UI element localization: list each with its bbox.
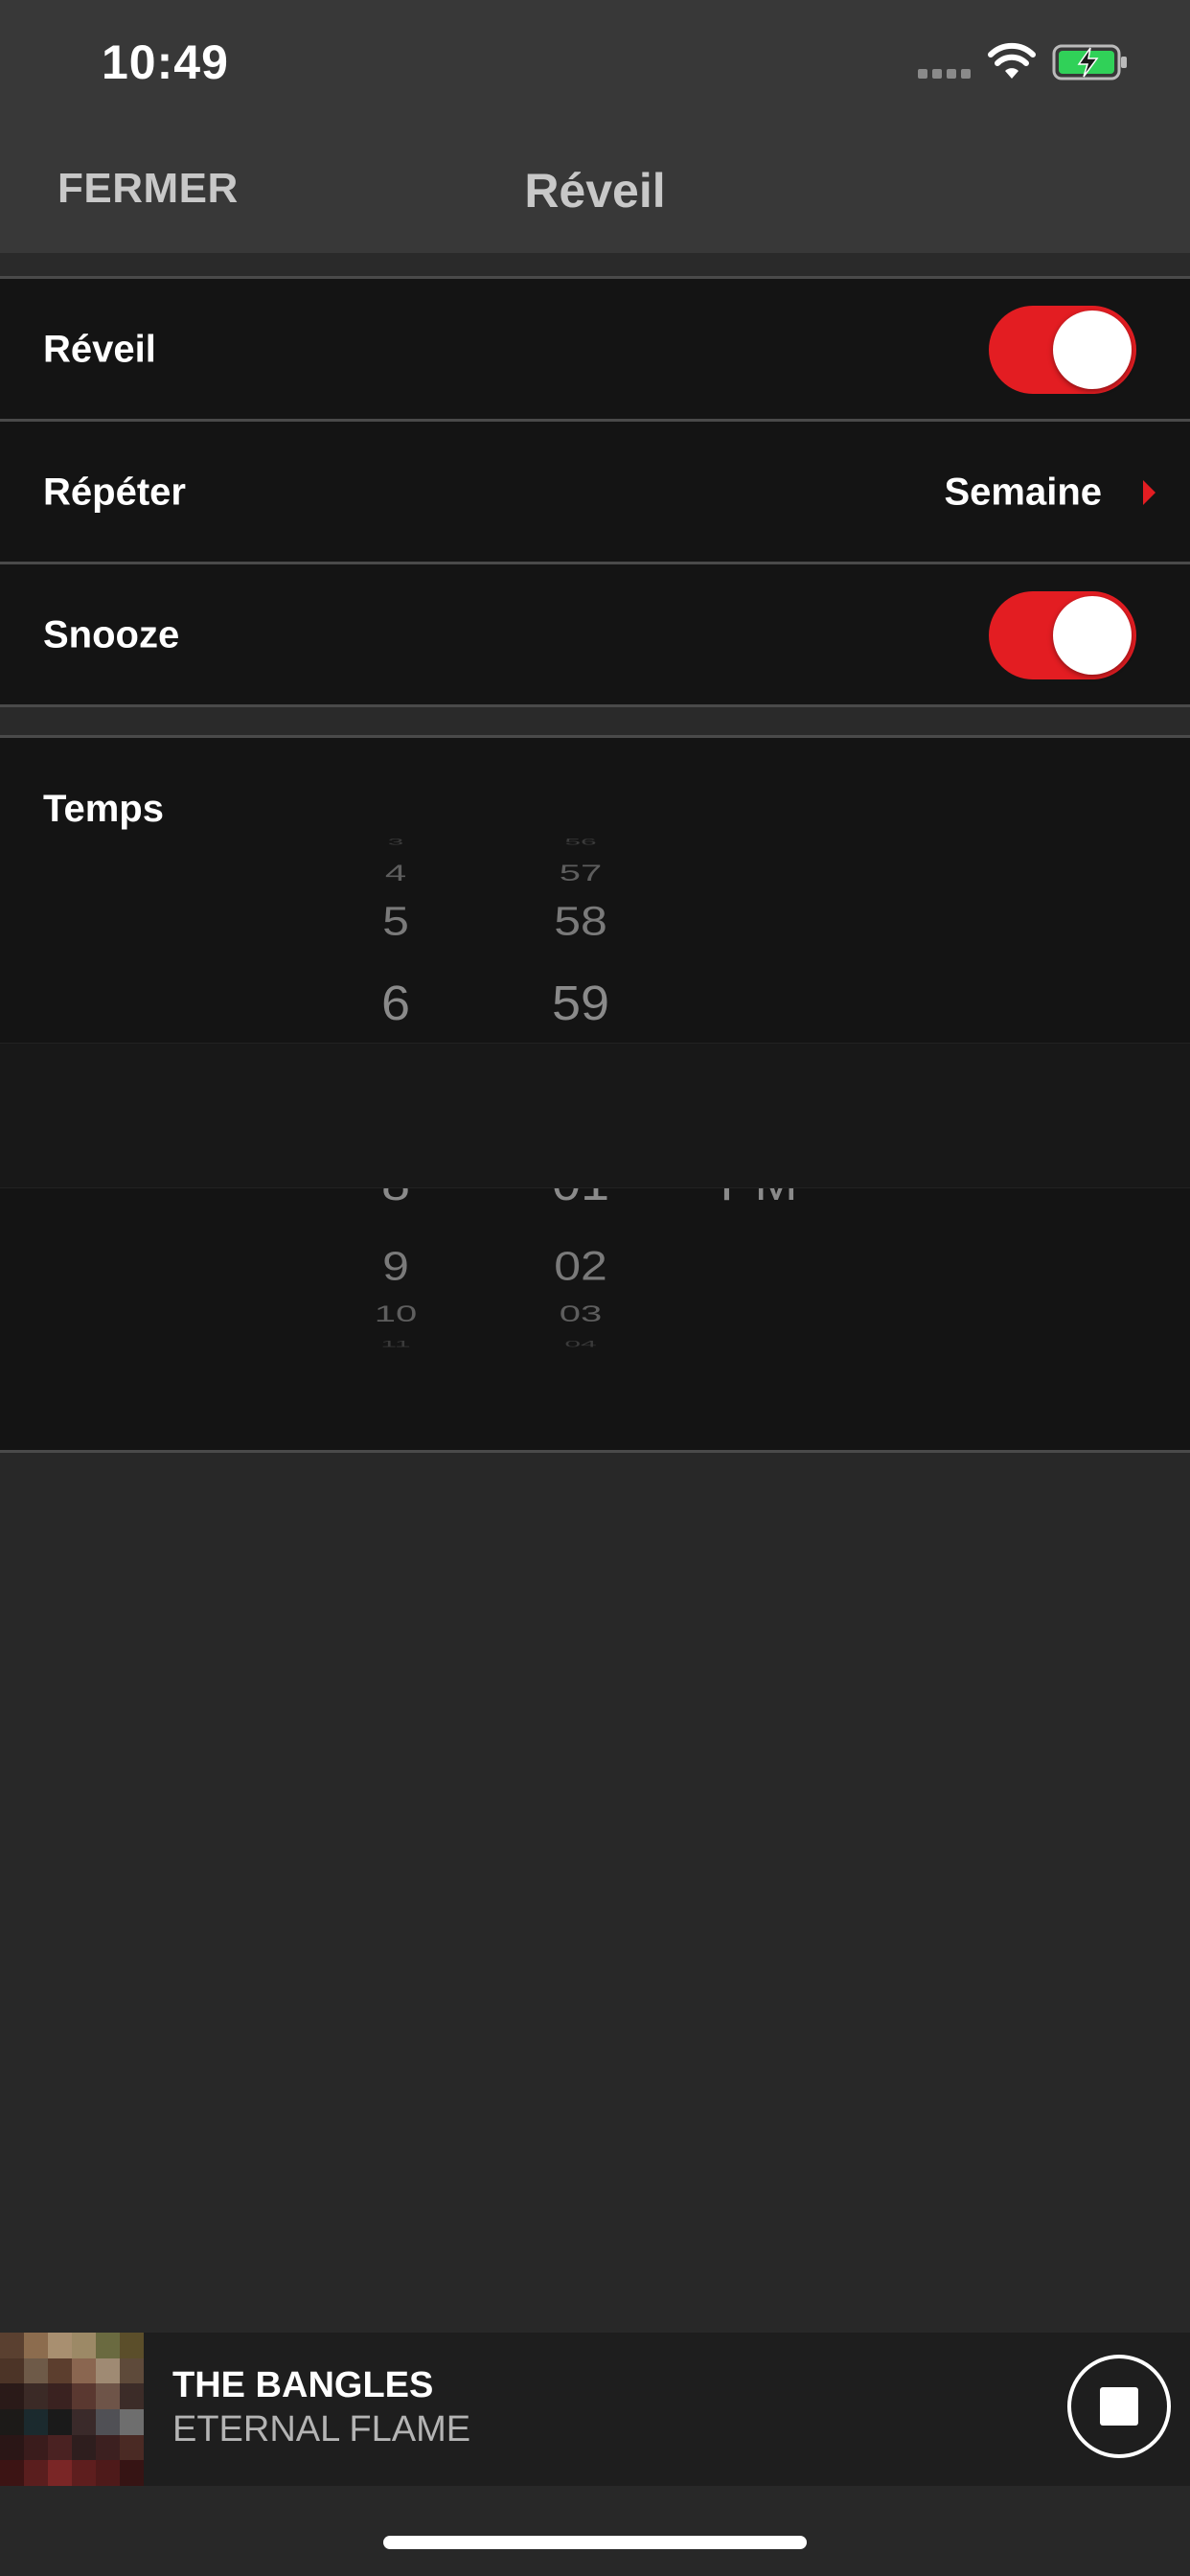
time-label: Temps (43, 788, 164, 830)
album-art-tile (72, 2434, 96, 2461)
album-art-tile (96, 2460, 120, 2486)
album-art-tile (24, 2460, 48, 2486)
album-art-tile (24, 2383, 48, 2409)
album-art-tile (120, 2460, 144, 2486)
album-art-tile (24, 2358, 48, 2384)
album-art-tile (120, 2408, 144, 2435)
album-art-tile (96, 2383, 120, 2409)
artist-name: THE BANGLES (172, 2365, 434, 2405)
minute-option[interactable]: 03 (504, 1302, 657, 1325)
album-art-tile (48, 2434, 72, 2461)
snooze-label: Snooze (43, 613, 180, 656)
repeat-value: Semaine (944, 471, 1102, 513)
signal-icon (918, 69, 972, 82)
album-art-tile (48, 2383, 72, 2409)
minute-option[interactable]: 56 (504, 838, 657, 847)
album-art-tile (0, 2383, 24, 2409)
album-art-tile (48, 2333, 72, 2358)
album-art-tile (96, 2408, 120, 2435)
stop-button[interactable] (1067, 2355, 1171, 2458)
status-bar: 10:49 (0, 0, 1190, 134)
now-playing-bar[interactable]: THE BANGLES ETERNAL FLAME (0, 2333, 1190, 2486)
alarm-row: Réveil (0, 279, 1190, 420)
minute-option[interactable]: 58 (504, 901, 657, 942)
minute-option[interactable]: 59 (504, 978, 657, 1027)
album-art (0, 2333, 144, 2486)
album-art-tile (0, 2333, 24, 2358)
snooze-toggle[interactable] (989, 590, 1136, 679)
status-time: 10:49 (102, 35, 229, 89)
album-art-tile (0, 2434, 24, 2461)
chevron-right-icon (1143, 479, 1156, 505)
album-art-tile (96, 2358, 120, 2384)
toggle-knob (1053, 310, 1132, 389)
album-art-tile (24, 2434, 48, 2461)
album-art-tile (48, 2358, 72, 2384)
home-indicator (383, 2536, 807, 2549)
repeat-row[interactable]: Répéter Semaine (0, 422, 1190, 563)
snooze-row: Snooze (0, 564, 1190, 705)
battery-charging-icon (1052, 44, 1127, 80)
album-art-tile (120, 2358, 144, 2384)
album-art-tile (72, 2408, 96, 2435)
section-gap (0, 707, 1190, 736)
minute-option[interactable]: 57 (504, 862, 657, 885)
album-art-tile (0, 2408, 24, 2435)
hour-option[interactable]: 10 (319, 1302, 472, 1325)
minute-option[interactable]: 02 (504, 1246, 657, 1287)
navigation-bar: FERMER Réveil (0, 134, 1190, 253)
repeat-label: Répéter (43, 471, 186, 513)
album-art-tile (120, 2434, 144, 2461)
album-art-tile (72, 2358, 96, 2384)
picker-selection-band (0, 1043, 1190, 1188)
page-title: Réveil (524, 164, 666, 218)
album-art-tile (24, 2333, 48, 2358)
toggle-knob (1053, 595, 1132, 675)
album-art-tile (96, 2434, 120, 2461)
stop-icon (1100, 2387, 1138, 2426)
alarm-toggle[interactable] (989, 305, 1136, 394)
album-art-tile (96, 2333, 120, 2358)
album-art-tile (48, 2408, 72, 2435)
section-gap (0, 253, 1190, 278)
hour-option[interactable]: 11 (319, 1340, 472, 1349)
hour-option[interactable]: 4 (319, 862, 472, 885)
wifi-icon (988, 42, 1036, 79)
hour-option[interactable]: 6 (319, 978, 472, 1027)
album-art-tile (72, 2333, 96, 2358)
album-art-tile (120, 2383, 144, 2409)
minute-option[interactable]: 04 (504, 1340, 657, 1349)
alarm-label: Réveil (43, 328, 156, 370)
album-art-tile (120, 2333, 144, 2358)
divider (0, 1450, 1190, 1453)
track-title: ETERNAL FLAME (172, 2409, 471, 2450)
album-art-tile (72, 2460, 96, 2486)
album-art-tile (0, 2358, 24, 2384)
album-art-tile (48, 2460, 72, 2486)
album-art-tile (24, 2408, 48, 2435)
hour-option[interactable]: 5 (319, 901, 472, 942)
album-art-tile (72, 2383, 96, 2409)
album-art-tile (0, 2460, 24, 2486)
hour-option[interactable]: 9 (319, 1246, 472, 1287)
hour-option[interactable]: 3 (319, 838, 472, 847)
